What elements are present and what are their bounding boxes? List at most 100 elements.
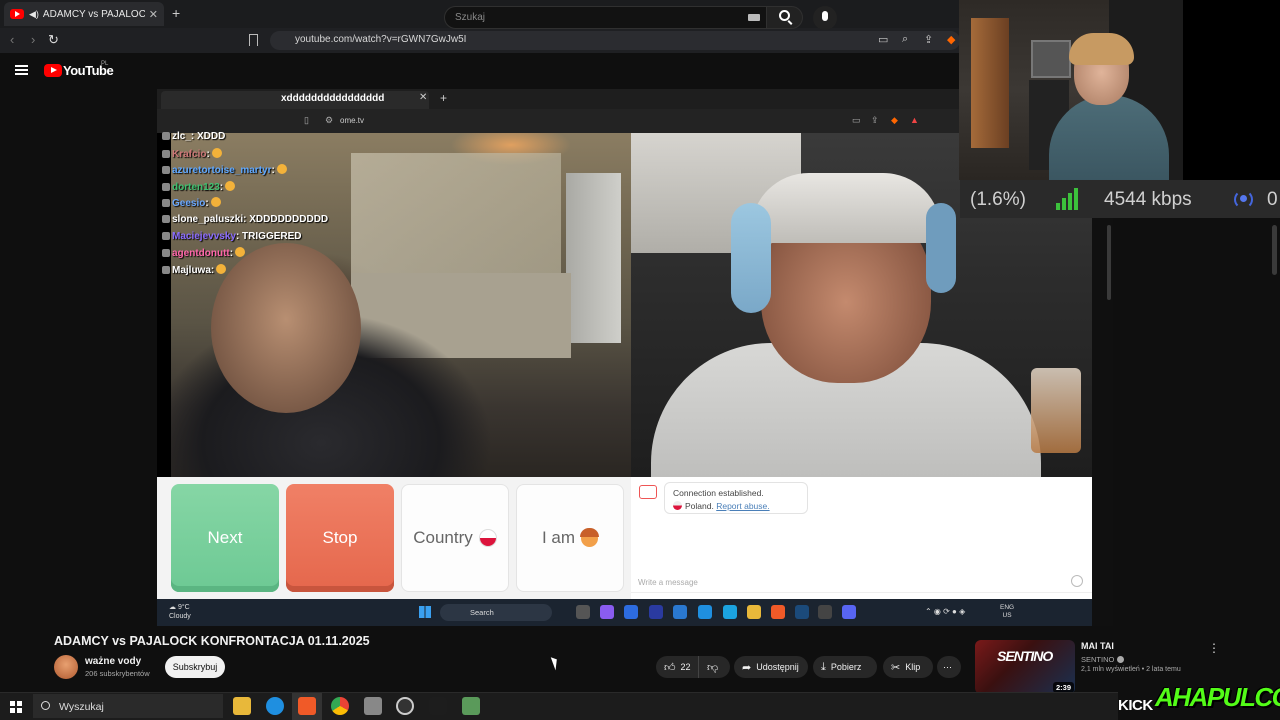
search-icon[interactable] <box>779 10 790 21</box>
chat-badge-icon <box>162 166 170 175</box>
browser-tab[interactable]: ◀) ADAMCY vs PAJALOCK KONF ✕ <box>4 2 164 26</box>
ome-message-placeholder: Write a message <box>638 578 698 587</box>
verified-icon <box>1117 656 1125 663</box>
woman-emoji-icon <box>580 527 600 547</box>
close-tab-icon[interactable]: ✕ <box>149 8 158 21</box>
youtube-favicon-icon <box>10 9 24 19</box>
video-scrollbar[interactable] <box>1107 225 1111 300</box>
chat-message: Majluwa: <box>162 263 227 276</box>
chat-message: zlc_: XDDD <box>162 131 225 142</box>
chat-emote-icon <box>210 197 221 208</box>
dislike-button[interactable]: 👎︎ <box>698 656 730 678</box>
chat-username: Maciejevvsky <box>172 230 236 242</box>
brave-icon[interactable] <box>298 697 316 715</box>
chat-badge-icon <box>162 199 170 208</box>
stream-share-icon: ⇪ <box>871 115 879 125</box>
stop-button: Stop <box>286 484 394 592</box>
recommended-video-title[interactable]: MAI TAI <box>1081 641 1114 651</box>
stream-app-icon <box>842 605 856 619</box>
chat-badge-icon <box>162 249 170 258</box>
sidebar-area <box>1113 218 1280 628</box>
poland-mini-flag-icon <box>673 501 682 510</box>
stream-app-icon <box>747 605 761 619</box>
download-icon: ⤓ <box>821 660 826 673</box>
menu-icon[interactable] <box>15 65 28 75</box>
search-input[interactable] <box>444 6 767 29</box>
clip-button[interactable]: ✂ Klip <box>883 656 933 678</box>
overlay-background <box>1183 0 1280 180</box>
stream-alert-icon: ▲ <box>910 115 919 125</box>
chat-badge-icon <box>162 215 170 223</box>
report-abuse-link: Report abuse. <box>716 501 770 511</box>
url-text[interactable]: youtube.com/watch?v=rGWN7GwJw5I <box>295 34 466 45</box>
chat-text: : TRIGGERED <box>235 230 302 242</box>
region-label: PL <box>101 61 109 67</box>
back-icon[interactable]: ‹ <box>10 32 14 47</box>
chat-emote-icon <box>225 180 236 191</box>
mouse-cursor-icon <box>550 655 561 671</box>
brave-shield-icon[interactable]: ◆ <box>947 33 955 46</box>
obs-icon[interactable] <box>396 697 414 715</box>
stream-app-icon <box>818 605 832 619</box>
keyboard-icon[interactable] <box>748 14 760 21</box>
app-icon[interactable] <box>462 697 480 715</box>
stream-taskbar-search: Search <box>440 604 552 621</box>
stream-app-icon <box>673 605 687 619</box>
download-button[interactable]: ⤓ Pobierz <box>813 656 877 678</box>
new-tab-button[interactable]: + <box>172 5 180 21</box>
speaker-icon[interactable]: ◀) <box>29 9 39 20</box>
channel-name[interactable]: ważne vody <box>85 656 141 667</box>
stream-taskbar: ☁ 9°C Cloudy Search ⌃ ◉ ⟳ ● ◈ ENG US <box>157 599 1113 626</box>
share-button[interactable]: ➦ Udostępnij <box>734 656 808 678</box>
app-icon[interactable] <box>364 697 382 715</box>
zoom-icon[interactable]: ⌕ <box>902 33 908 46</box>
country-button: Country <box>401 484 509 592</box>
search-placeholder: Szukaj <box>455 12 486 23</box>
stream-brave-icon: ◆ <box>891 115 898 125</box>
chat-message: azuretortoise_martyr: <box>162 164 287 176</box>
chat-username: Krafcio <box>172 148 207 160</box>
recommended-video-meta: 2,1 mln wyświetleń • 2 lata temu <box>1081 666 1181 673</box>
stream-system-tray: ⌃ ◉ ⟳ ● ◈ <box>925 607 966 616</box>
stream-app-icon <box>624 605 638 619</box>
stream-app-icon <box>795 605 809 619</box>
microphone-icon[interactable] <box>822 11 828 21</box>
stream-app-icon <box>576 605 590 619</box>
forward-icon[interactable]: › <box>31 32 35 47</box>
emoji-icon <box>1071 575 1083 587</box>
channel-avatar[interactable] <box>54 655 78 679</box>
chat-badge-icon <box>162 132 170 140</box>
tab-title: ADAMCY vs PAJALOCK KONF <box>42 8 145 20</box>
chat-text: : <box>219 181 224 193</box>
more-actions-button[interactable]: ⋯ <box>937 656 961 678</box>
youtube-logo-icon[interactable] <box>44 64 62 77</box>
like-button[interactable]: 👍︎ 22 <box>656 656 698 678</box>
share-icon[interactable]: ⇪ <box>924 33 933 46</box>
dropped-frames-percent: (1.6%) <box>970 189 1026 210</box>
subscribe-button[interactable]: Subskrybuj <box>165 656 225 678</box>
streamer-name-logo: AHAPULCO <box>1155 682 1280 712</box>
address-bar-row: ‹ › ↻ ⚙ youtube.com/watch?v=rGWN7GwJw5I … <box>0 28 960 71</box>
bookmark-icon[interactable] <box>249 34 258 46</box>
kick-app-icon[interactable] <box>429 697 447 715</box>
chat-text: : <box>210 264 215 276</box>
recommended-video-channel[interactable]: SENTINO <box>1081 655 1125 664</box>
stream-url: ome.tv <box>340 116 365 125</box>
file-explorer-icon[interactable] <box>233 697 251 715</box>
windows-start-icon[interactable] <box>10 701 22 713</box>
chat-emote-icon <box>235 247 246 258</box>
chat-badge-icon <box>162 182 170 191</box>
chat-emote-icon <box>276 164 287 175</box>
cast-icon[interactable]: ▭ <box>878 33 888 46</box>
chrome-icon[interactable] <box>331 697 349 715</box>
edge-icon[interactable] <box>266 697 284 715</box>
chat-badge-icon <box>162 149 170 158</box>
taskbar-search-icon[interactable] <box>41 701 50 710</box>
page-scrollbar[interactable] <box>1272 225 1277 275</box>
chat-username: slone_paluszki <box>172 214 244 225</box>
stream-cast-icon: ▭ <box>852 115 861 125</box>
more-vertical-icon[interactable]: ⋮ <box>1208 641 1220 655</box>
signal-strength-icon <box>1056 188 1082 210</box>
share-arrow-icon: ➦ <box>742 661 752 674</box>
reload-icon[interactable]: ↻ <box>48 32 59 48</box>
